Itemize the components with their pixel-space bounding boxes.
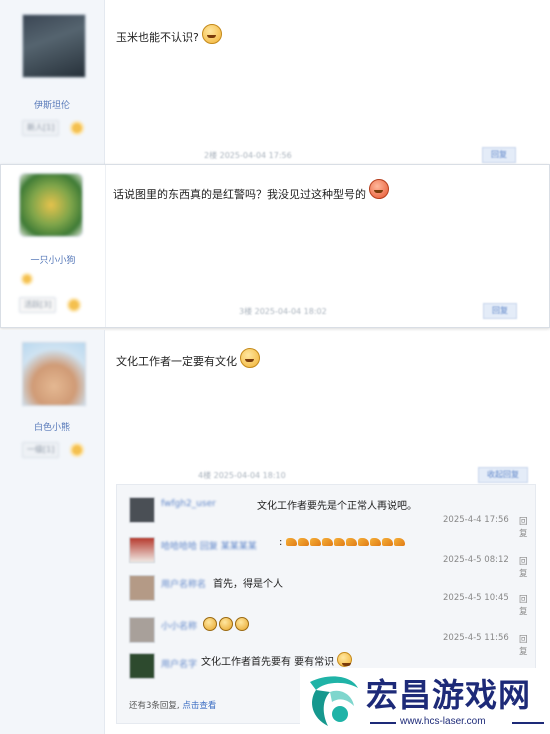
user-sidebar: 一只小小狗 活跃[3]	[1, 165, 106, 327]
sub-avatar[interactable]	[129, 653, 155, 679]
reply-button[interactable]: 回复	[483, 303, 517, 319]
sub-avatar[interactable]	[129, 575, 155, 601]
post-content: 玉米也能不认识?	[116, 24, 222, 48]
avatar[interactable]	[19, 173, 83, 237]
medal-icon	[70, 443, 84, 457]
collapse-reply-button[interactable]: 收起回复	[478, 467, 528, 483]
reply-button[interactable]: 回复	[482, 147, 516, 163]
sub-username[interactable]: 用户名字	[161, 657, 197, 670]
sub-avatar[interactable]	[129, 537, 155, 563]
sub-reply-time: 2025-4-4 17:56	[443, 515, 509, 525]
smile-emoji-icon	[337, 651, 353, 667]
site-watermark: 宏昌游戏网 www.hcs-laser.com	[300, 668, 550, 734]
sub-reply-text: 首先，得是个人	[213, 579, 283, 590]
sub-username[interactable]: 小小名称	[161, 619, 197, 632]
username[interactable]: 伊斯坦伦	[0, 98, 104, 111]
post-text: 玉米也能不认识?	[116, 31, 199, 44]
username[interactable]: 白色小熊	[0, 420, 104, 433]
medal-icon	[67, 298, 81, 312]
post-meta: 4楼 2025-04-04 18:10	[198, 471, 286, 480]
post-text: 文化工作者一定要有文化	[116, 355, 237, 368]
sub-avatar[interactable]	[129, 617, 155, 643]
more-replies: 还有3条回复, 点击查看	[129, 701, 217, 711]
post-1: 伊斯坦伦 新人[1] 玉米也能不认识? 2楼 2025-04-04 17:56 …	[0, 0, 550, 164]
smile-emoji-icon	[240, 348, 260, 368]
sub-username[interactable]: 哈哈哈哈 回复 某某某某	[161, 539, 257, 552]
level-badge: 活跃[3]	[19, 297, 57, 313]
sub-reply-text: 文化工作者要先是个正常人再说吧。	[257, 501, 417, 512]
sub-reply-button[interactable]: 回复	[519, 555, 529, 579]
post-content: 话说图里的东西真的是红警吗？我没见过这种型号的	[113, 179, 389, 205]
avatar[interactable]	[22, 342, 86, 406]
sub-reply-text: :	[279, 537, 406, 548]
sub-reply-time: 2025-4-5 08:12	[443, 555, 509, 565]
post-meta: 3楼 2025-04-04 18:02	[239, 307, 327, 316]
post-content: 文化工作者一定要有文化	[116, 348, 260, 372]
level-badge: 新人[1]	[22, 120, 60, 136]
hand-emoji-icon	[285, 537, 406, 548]
crying-emoji-icon	[203, 617, 251, 631]
sub-reply-button[interactable]: 回复	[519, 515, 529, 539]
divider	[512, 722, 544, 724]
sub-username[interactable]: 用户名称名	[161, 577, 206, 590]
medal-icon	[21, 273, 33, 285]
sub-reply-time: 2025-4-5 11:56	[443, 633, 509, 643]
sub-reply-text	[203, 617, 251, 631]
level-badge: 一级[1]	[22, 442, 60, 458]
brand-url[interactable]: www.hcs-laser.com	[400, 716, 486, 727]
divider	[370, 722, 396, 724]
brand-name: 宏昌游戏网	[366, 676, 532, 714]
username[interactable]: 一只小小狗	[1, 253, 105, 266]
sub-reply-button[interactable]: 回复	[519, 633, 529, 657]
brand-logo-icon	[310, 676, 358, 726]
post-text: 话说图里的东西真的是红警吗？我没见过这种型号的	[113, 188, 366, 201]
sub-reply-button[interactable]: 回复	[519, 593, 529, 617]
user-sidebar: 白色小熊 一级[1]	[0, 330, 105, 734]
post-2: 一只小小狗 活跃[3] 话说图里的东西真的是红警吗？我没见过这种型号的 3楼 2…	[0, 164, 550, 328]
angry-emoji-icon	[369, 179, 389, 199]
smile-emoji-icon	[201, 24, 222, 44]
sub-avatar[interactable]	[129, 497, 155, 523]
sub-reply-time: 2025-4-5 10:45	[443, 593, 509, 603]
avatar[interactable]	[22, 14, 86, 78]
medal-icon	[70, 121, 84, 135]
view-more-link[interactable]: 点击查看	[182, 701, 216, 711]
user-sidebar: 伊斯坦伦 新人[1]	[0, 0, 105, 164]
post-meta: 2楼 2025-04-04 17:56	[204, 151, 292, 160]
sub-username[interactable]: fwfgh2_user	[161, 499, 216, 509]
